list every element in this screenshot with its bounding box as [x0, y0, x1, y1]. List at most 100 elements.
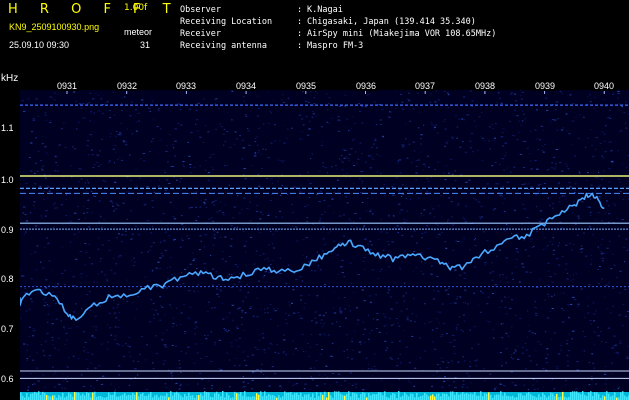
- activity-bar: [478, 395, 480, 400]
- noise-speck: [86, 212, 89, 214]
- noise-speck: [474, 360, 476, 362]
- noise-speck: [243, 329, 246, 331]
- noise-speck: [346, 357, 349, 358]
- noise-speck: [502, 128, 505, 130]
- doppler-trace: [20, 192, 605, 321]
- noise-speck: [447, 293, 450, 295]
- noise-speck: [104, 274, 107, 276]
- noise-speck: [335, 165, 337, 167]
- noise-speck: [273, 247, 275, 249]
- meta-key: Receiving antenna: [180, 41, 267, 51]
- noise-speck: [76, 128, 78, 130]
- noise-speck: [101, 375, 105, 377]
- noise-speck: [164, 189, 168, 191]
- noise-speck: [40, 215, 43, 217]
- noise-speck: [171, 345, 174, 346]
- noise-speck: [507, 227, 510, 229]
- noise-speck: [118, 157, 121, 159]
- noise-speck: [222, 212, 225, 214]
- noise-speck: [413, 150, 416, 152]
- noise-speck: [416, 92, 419, 94]
- noise-speck: [601, 178, 603, 180]
- noise-speck: [249, 220, 252, 222]
- noise-speck: [553, 168, 556, 170]
- noise-speck: [55, 156, 58, 158]
- noise-speck: [299, 315, 301, 317]
- activity-bar: [562, 391, 564, 400]
- noise-speck: [249, 201, 251, 203]
- noise-speck: [273, 100, 275, 102]
- activity-bar: [336, 391, 338, 400]
- noise-speck: [193, 167, 196, 169]
- noise-speck: [309, 197, 311, 198]
- noise-speck: [250, 306, 253, 308]
- noise-speck: [98, 110, 101, 112]
- noise-speck: [219, 210, 221, 212]
- noise-speck: [230, 245, 233, 247]
- noise-speck: [228, 273, 230, 275]
- noise-speck: [325, 335, 328, 337]
- file-name: KN9_2509100930.png: [9, 22, 100, 32]
- noise-speck: [251, 354, 254, 356]
- noise-speck: [441, 386, 444, 388]
- noise-speck: [578, 171, 581, 173]
- noise-speck: [553, 294, 556, 296]
- noise-speck: [309, 389, 311, 391]
- noise-speck: [530, 240, 532, 242]
- noise-speck: [299, 276, 302, 278]
- noise-speck: [80, 273, 83, 275]
- noise-speck: [196, 268, 198, 269]
- noise-speck: [210, 388, 213, 390]
- noise-speck: [30, 373, 32, 374]
- noise-speck: [341, 266, 343, 268]
- noise-speck: [44, 114, 47, 116]
- noise-speck: [188, 155, 191, 157]
- noise-speck: [453, 339, 456, 341]
- noise-speck: [332, 212, 335, 214]
- noise-speck: [207, 131, 210, 133]
- noise-speck: [526, 217, 529, 219]
- activity-bar: [254, 396, 256, 400]
- noise-speck: [470, 347, 473, 349]
- noise-speck: [511, 135, 514, 136]
- activity-bar: [220, 396, 222, 400]
- noise-speck: [55, 162, 57, 164]
- noise-speck: [149, 249, 151, 251]
- noise-speck: [26, 349, 28, 351]
- noise-speck: [40, 261, 42, 263]
- noise-speck: [339, 241, 341, 243]
- noise-speck: [303, 307, 305, 309]
- noise-speck: [448, 262, 450, 264]
- noise-speck: [386, 347, 388, 349]
- activity-bar: [248, 396, 250, 400]
- time-tick-label: 0937: [413, 81, 437, 91]
- noise-speck: [597, 177, 600, 179]
- noise-speck: [415, 166, 418, 167]
- noise-speck: [172, 317, 175, 319]
- noise-speck: [333, 240, 336, 242]
- noise-speck: [429, 186, 431, 188]
- noise-speck: [521, 110, 523, 112]
- noise-speck: [323, 315, 325, 317]
- activity-bar: [382, 395, 384, 400]
- noise-speck: [417, 197, 420, 199]
- noise-speck: [176, 367, 178, 369]
- noise-speck: [36, 269, 38, 271]
- noise-speck: [521, 91, 524, 93]
- noise-speck: [134, 261, 136, 263]
- noise-speck: [525, 209, 527, 210]
- noise-speck: [188, 290, 191, 292]
- noise-speck: [592, 234, 594, 236]
- noise-speck: [398, 378, 400, 380]
- noise-speck: [374, 179, 377, 181]
- noise-speck: [530, 131, 532, 133]
- noise-speck: [274, 140, 276, 142]
- noise-speck: [89, 291, 91, 293]
- noise-speck: [248, 271, 250, 273]
- noise-speck: [256, 316, 259, 318]
- activity-bar: [488, 392, 490, 400]
- noise-speck: [266, 178, 269, 179]
- noise-speck: [109, 136, 111, 138]
- noise-speck: [184, 333, 186, 335]
- noise-speck: [63, 270, 66, 271]
